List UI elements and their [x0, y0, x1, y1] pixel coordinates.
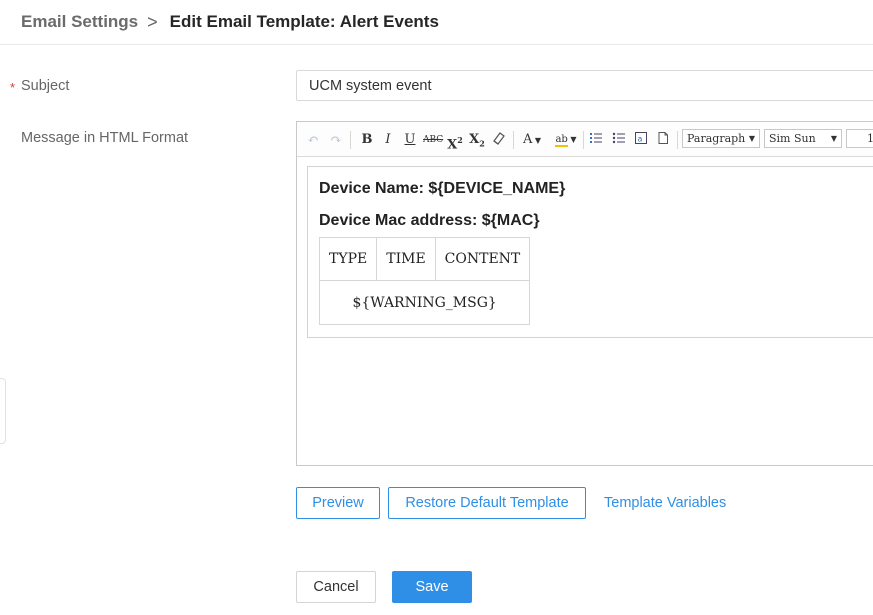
cancel-button[interactable]: Cancel [296, 571, 376, 603]
font-size-select[interactable]: 1 [846, 129, 873, 148]
toolbar-divider [677, 131, 678, 149]
superscript-mark: 2 [457, 135, 463, 145]
breadcrumb-email-settings[interactable]: Email Settings [21, 12, 138, 32]
table-header-content: CONTENT [434, 237, 531, 281]
document-icon[interactable] [655, 131, 671, 149]
toolbar-divider [513, 131, 514, 149]
required-mark: * [10, 80, 16, 95]
page-title: Edit Email Template: Alert Events [169, 12, 439, 31]
font-family-select[interactable]: Sim Sun ▼ [764, 129, 842, 148]
breadcrumb: Email Settings > Edit Email Template: Al… [21, 10, 439, 34]
restore-default-template-button[interactable]: Restore Default Template [388, 487, 586, 519]
font-color-button[interactable]: A ▼ [520, 131, 544, 149]
superscript-base: X [447, 137, 458, 153]
message-label: Message in HTML Format [21, 130, 189, 146]
bold-button[interactable]: B [359, 131, 375, 149]
editor-toolbar: ↶ ↷ B I U ABC X2 X2 A ▼ ab ▼ a Paragraph… [297, 122, 873, 157]
table-header-type: TYPE [318, 237, 378, 281]
content-device-name: Device Name: ${DEVICE_NAME} [319, 180, 566, 197]
format-icon[interactable]: a [633, 131, 649, 149]
breadcrumb-separator-icon: > [147, 11, 158, 32]
font-color-label: A [522, 132, 533, 147]
subscript-mark: 2 [479, 138, 485, 149]
subject-label: Subject [21, 78, 70, 94]
paragraph-format-value: Paragraph [687, 132, 746, 145]
ordered-list-icon[interactable] [588, 131, 604, 149]
strikethrough-button[interactable]: ABC [423, 131, 443, 149]
toolbar-divider [583, 131, 584, 149]
undo-icon[interactable]: ↶ [305, 131, 321, 149]
table-header-time: TIME [376, 237, 436, 281]
table-cell-warning-msg: ${WARNING_MSG} [318, 280, 531, 325]
template-variables-link[interactable]: Template Variables [604, 495, 726, 511]
side-panel-handle[interactable] [0, 378, 6, 444]
preview-button[interactable]: Preview [296, 487, 380, 519]
content-device-mac: Device Mac address: ${MAC} [319, 212, 540, 229]
redo-icon[interactable]: ↷ [328, 131, 344, 149]
subscript-base: X [469, 132, 480, 147]
eraser-icon[interactable] [490, 131, 508, 149]
chevron-down-icon: ▼ [532, 136, 542, 145]
italic-button[interactable]: I [380, 131, 396, 149]
template-table: TYPE TIME CONTENT ${WARNING_MSG} [318, 237, 531, 325]
superscript-button[interactable]: X2 [446, 131, 464, 153]
save-button[interactable]: Save [392, 571, 472, 603]
editor-content[interactable]: Device Name: ${DEVICE_NAME} Device Mac a… [307, 166, 873, 338]
unordered-list-icon[interactable] [611, 131, 627, 149]
font-family-value: Sim Sun [769, 132, 816, 145]
chevron-down-icon: ▼ [830, 134, 837, 143]
toolbar-divider [350, 131, 351, 149]
svg-text:a: a [638, 135, 643, 144]
chevron-down-icon: ▼ [748, 134, 755, 143]
font-size-value: 1 [851, 132, 873, 145]
highlight-label: ab [555, 134, 568, 147]
html-editor[interactable]: ↶ ↷ B I U ABC X2 X2 A ▼ ab ▼ a Paragraph… [296, 121, 873, 466]
subscript-button[interactable]: X2 [468, 131, 486, 149]
header-divider [0, 44, 873, 45]
paragraph-format-select[interactable]: Paragraph ▼ [682, 129, 760, 148]
subject-input-value: UCM system event [309, 77, 432, 94]
underline-button[interactable]: U [402, 131, 418, 149]
subject-input[interactable]: UCM system event [296, 70, 873, 101]
chevron-down-icon: ▼ [567, 135, 577, 144]
highlight-button[interactable]: ab ▼ [552, 131, 580, 149]
